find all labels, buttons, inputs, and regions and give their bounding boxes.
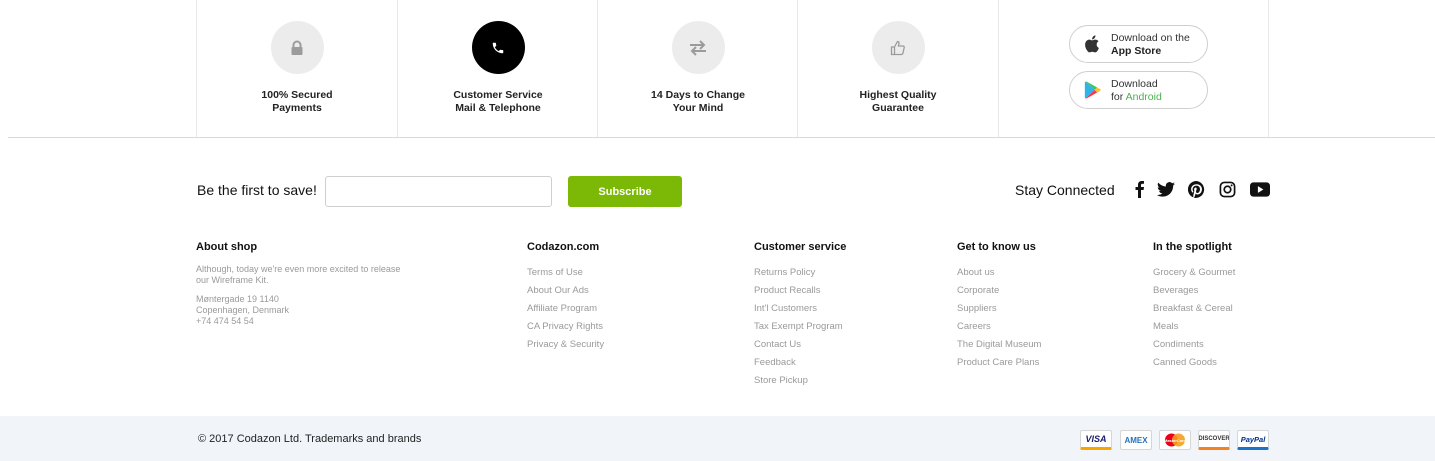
phone-icon xyxy=(471,21,525,74)
footer-link[interactable]: Corporate xyxy=(957,282,1041,300)
footer-link[interactable]: About us xyxy=(957,264,1041,282)
stay-connected-title: Stay Connected xyxy=(1015,182,1115,198)
google-play-icon xyxy=(1084,81,1101,99)
feature-secured-payments: 100% Secured Payments xyxy=(196,0,397,137)
footer-link[interactable]: CA Privacy Rights xyxy=(527,318,604,336)
footer-link[interactable]: The Digital Museum xyxy=(957,336,1041,354)
feature-change-mind: 14 Days to Change Your Mind xyxy=(597,0,798,137)
feature-label: Highest Quality Guarantee xyxy=(859,89,937,114)
about-text: Although, today we're even more excited … xyxy=(196,264,401,285)
subscribe-button[interactable]: Subscribe xyxy=(568,176,682,207)
column-title: Get to know us xyxy=(957,241,1036,253)
footer-link[interactable]: Grocery & Gourmet xyxy=(1153,264,1235,282)
feature-label: 14 Days to Change Your Mind xyxy=(651,89,745,114)
copyright: © 2017 Codazon Ltd. Trademarks and brand… xyxy=(198,433,422,445)
footer-link[interactable]: Privacy & Security xyxy=(527,336,604,354)
footer-link[interactable]: Canned Goods xyxy=(1153,354,1235,372)
footer-link[interactable]: Beverages xyxy=(1153,282,1235,300)
visa-icon: VISA xyxy=(1080,430,1112,450)
footer-link[interactable]: Breakfast & Cereal xyxy=(1153,300,1235,318)
customer-service-column: Customer service Returns Policy Product … xyxy=(754,241,846,390)
android-label: Download for Android xyxy=(1111,78,1162,103)
footer-link[interactable]: Store Pickup xyxy=(754,372,846,390)
footer-link[interactable]: Feedback xyxy=(754,354,846,372)
newsletter-title: Be the first to save! xyxy=(197,182,317,198)
get-to-know-us-column: Get to know us About us Corporate Suppli… xyxy=(957,241,1041,372)
footer-link[interactable]: Affiliate Program xyxy=(527,300,604,318)
app-downloads: Download on the App Store Download for A… xyxy=(998,0,1269,137)
footer-link[interactable]: Suppliers xyxy=(957,300,1041,318)
spotlight-column: In the spotlight Grocery & Gourmet Bever… xyxy=(1153,241,1235,372)
divider xyxy=(8,137,1435,138)
app-store-button[interactable]: Download on the App Store xyxy=(1069,25,1208,63)
bottom-bar: © 2017 Codazon Ltd. Trademarks and brand… xyxy=(0,416,1435,461)
footer-link[interactable]: Condiments xyxy=(1153,336,1235,354)
footer-link[interactable]: Returns Policy xyxy=(754,264,846,282)
footer-link[interactable]: Tax Exempt Program xyxy=(754,318,846,336)
feature-label: 100% Secured Payments xyxy=(261,89,333,114)
footer-link[interactable]: Contact Us xyxy=(754,336,846,354)
column-title: Codazon.com xyxy=(527,241,600,253)
address: Møntergade 19 1140 Copenhagen, Denmark +… xyxy=(196,294,290,326)
facebook-icon[interactable] xyxy=(1128,178,1150,200)
footer-link[interactable]: Careers xyxy=(957,318,1041,336)
exchange-icon xyxy=(671,21,725,74)
footer-link[interactable]: Product Care Plans xyxy=(957,354,1041,372)
pinterest-icon[interactable] xyxy=(1185,178,1207,200)
paypal-icon: PayPal xyxy=(1237,430,1269,450)
android-download-button[interactable]: Download for Android xyxy=(1069,71,1208,109)
twitter-icon[interactable] xyxy=(1155,178,1177,200)
footer-link[interactable]: Int'l Customers xyxy=(754,300,846,318)
youtube-icon[interactable] xyxy=(1249,178,1271,200)
footer-link[interactable]: Terms of Use xyxy=(527,264,604,282)
column-title: In the spotlight xyxy=(1153,241,1232,253)
feature-quality: Highest Quality Guarantee xyxy=(797,0,998,137)
amex-icon: AMEX xyxy=(1120,430,1152,450)
about-shop-column: About shop Although, today we're even mo… xyxy=(196,241,406,327)
footer-link[interactable]: Product Recalls xyxy=(754,282,846,300)
newsletter-email-input[interactable] xyxy=(325,176,552,207)
app-store-label: Download on the App Store xyxy=(1111,32,1190,57)
column-title: About shop xyxy=(196,241,258,253)
feature-label: Customer Service Mail & Telephone xyxy=(453,89,543,114)
footer-link[interactable]: About Our Ads xyxy=(527,282,604,300)
discover-icon: DISCOVER xyxy=(1198,430,1230,450)
feature-customer-service: Customer Service Mail & Telephone xyxy=(397,0,598,137)
mastercard-icon: MasterCard xyxy=(1159,430,1191,450)
apple-icon xyxy=(1085,35,1099,53)
newsletter-row: Be the first to save! Subscribe Stay Con… xyxy=(0,176,1435,207)
column-title: Customer service xyxy=(754,241,847,253)
footer-link[interactable]: Meals xyxy=(1153,318,1235,336)
codazon-column: Codazon.com Terms of Use About Our Ads A… xyxy=(527,241,604,354)
lock-icon xyxy=(270,21,324,74)
instagram-icon[interactable] xyxy=(1216,178,1238,200)
thumbs-up-icon xyxy=(871,21,925,74)
features-strip: 100% Secured Payments Customer Service Mai… xyxy=(0,0,1435,138)
